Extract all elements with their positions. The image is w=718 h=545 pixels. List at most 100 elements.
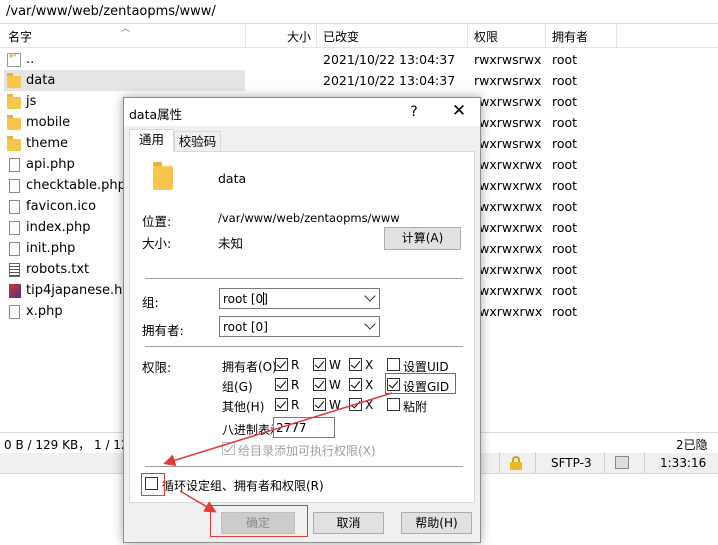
recursive-label: 循环设定组、拥有者和权限(R) [162,479,324,493]
html-file-icon [9,283,21,298]
network-icon [615,456,629,469]
file-perms: rwxrwxrwx [474,262,543,277]
file-name-cell[interactable]: .. [4,49,245,70]
group-write-checkbox[interactable] [313,378,326,391]
file-name: x.php [26,304,63,319]
w-label: W [329,378,341,392]
tab-checksum[interactable]: 校验码 [174,131,221,153]
perm-group-label: 组(G) [222,380,253,394]
file-icon [9,304,20,319]
file-icon [9,178,20,193]
file-owner: root [552,94,578,109]
group-value: root [0] [223,292,268,306]
calculate-button[interactable]: 计算(A) [384,227,461,250]
add-exec-checkbox[interactable] [222,442,235,455]
file-perms: rwxrwsrwx [474,52,542,67]
help-button[interactable]: 帮助(H) [401,512,472,534]
file-perms: rwxrwsrwx [474,115,542,130]
text-file-icon [9,262,20,277]
perm-owner-label: 拥有者(O) [222,360,277,374]
col-size[interactable]: 大小 [287,28,311,45]
file-row[interactable]: data 2021/10/22 13:04:37 rwxrwsrwx root [0,70,718,91]
protocol-label: SFTP-3 [551,456,592,470]
owner-exec-checkbox[interactable] [349,358,362,371]
col-divider[interactable] [545,24,546,48]
size-label: 大小: [142,236,172,251]
group-read-checkbox[interactable] [275,378,288,391]
col-owner[interactable]: 拥有者 [552,28,588,45]
file-owner: root [552,178,578,193]
col-divider[interactable] [616,24,617,48]
x-label: X [365,378,374,392]
add-exec-label: 给目录添加可执行权限(X) [238,444,376,458]
file-owner: root [552,52,578,67]
file-row[interactable]: .. 2021/10/22 13:04:37 rwxrwsrwx root [0,49,718,70]
file-name: js [26,94,37,109]
col-divider[interactable] [467,24,468,48]
up-folder-icon [7,51,21,67]
r-label: R [291,358,300,372]
file-owner: root [552,73,578,88]
col-perms[interactable]: 权限 [474,28,498,45]
file-owner: root [552,136,578,151]
file-perms: rwxrwxrwx [474,241,543,256]
group-exec-checkbox[interactable] [349,378,362,391]
perms-label: 权限: [142,360,172,375]
octal-input[interactable]: 2777 [273,417,335,438]
file-perms: rwxrwxrwx [474,199,543,214]
col-divider[interactable] [245,24,246,48]
folder-icon [7,114,21,130]
other-write-checkbox[interactable] [313,398,326,411]
file-owner: root [552,115,578,130]
folder-icon [7,135,21,151]
cancel-button[interactable]: 取消 [313,512,384,534]
file-perms: rwxrwsrwx [474,94,542,109]
file-modified: 2021/10/22 13:04:37 [323,52,456,67]
annotation-box-recursive [141,473,165,496]
file-name-cell[interactable]: data [4,70,245,91]
location-value: /var/www/web/zentaopms/www [218,211,400,225]
lock-icon [510,456,522,470]
file-icon [9,199,20,214]
annotation-box-setgid [385,373,456,394]
tab-general[interactable]: 通用 [129,129,174,152]
file-owner: root [552,262,578,277]
col-name[interactable]: 名字 [8,28,32,45]
folder-icon [7,93,21,109]
other-read-checkbox[interactable] [275,398,288,411]
file-name: favicon.ico [26,199,97,214]
r-label: R [291,378,300,392]
x-label: X [365,398,374,412]
w-label: W [329,358,341,372]
group-select[interactable]: root [0] [219,288,380,309]
sticky-label: 粘附 [403,400,428,414]
file-perms: rwxrwsrwx [474,73,542,88]
session-time: 1:33:16 [660,456,707,470]
dialog-titlebar[interactable]: data属性 ? ✕ [124,98,480,126]
owner-write-checkbox[interactable] [313,358,326,371]
file-name: mobile [26,115,71,130]
col-modified[interactable]: 已改变 [323,28,359,45]
owner-read-checkbox[interactable] [275,358,288,371]
properties-dialog: data属性 ? ✕ 通用 校验码 data 位置: /var/www/web/… [123,97,481,543]
owner-select[interactable]: root [0] [219,316,380,337]
group-label: 组: [142,295,159,310]
other-exec-checkbox[interactable] [349,398,362,411]
file-icon [9,241,20,256]
col-divider[interactable] [316,24,317,48]
close-icon[interactable]: ✕ [446,101,472,123]
sticky-checkbox[interactable] [387,398,400,411]
chevron-down-icon [364,318,376,330]
file-name: .. [26,52,35,67]
x-label: X [365,358,374,372]
setuid-checkbox[interactable] [387,358,400,371]
location-label: 位置: [142,214,172,229]
selection-status: 0 B / 129 KB， 1 / 12 [4,438,129,452]
sort-up-icon: ︿ [121,24,131,34]
help-icon[interactable]: ? [402,101,426,123]
file-owner: root [552,241,578,256]
owner-label: 拥有者: [142,323,184,338]
owner-value: root [0] [223,320,268,334]
path-bar[interactable]: /var/www/web/zentaopms/www/ [0,0,718,24]
folder-icon [7,72,21,88]
